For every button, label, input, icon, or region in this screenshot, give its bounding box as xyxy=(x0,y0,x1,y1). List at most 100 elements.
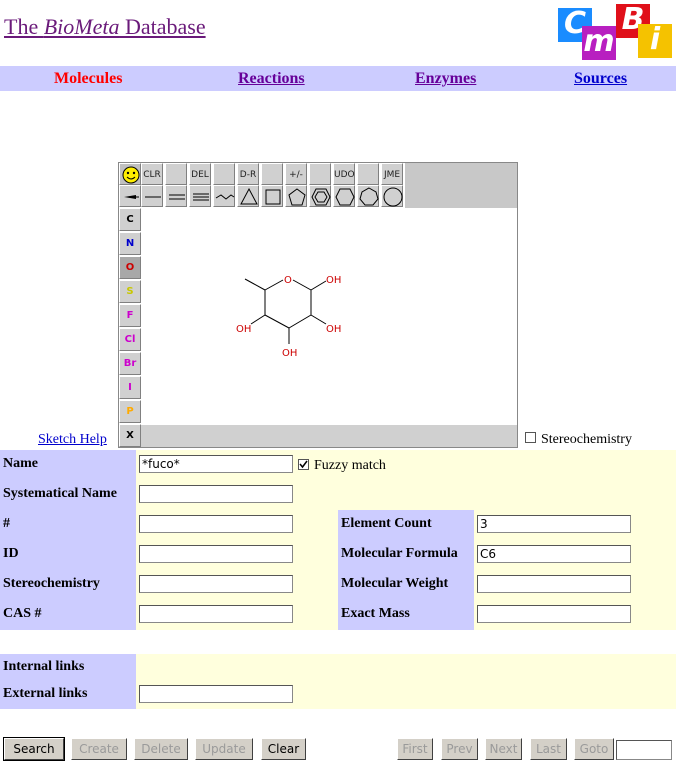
atom-s-button[interactable]: S xyxy=(119,280,141,303)
element-count-label: Element Count xyxy=(341,516,432,531)
ring-5-icon[interactable] xyxy=(285,185,307,207)
clear-tool-button[interactable]: CLR xyxy=(141,163,163,185)
name-label: Name xyxy=(3,456,38,471)
ring-7-icon[interactable] xyxy=(357,185,379,207)
ring-8-icon[interactable] xyxy=(381,185,403,207)
form-label-column xyxy=(0,450,136,630)
logo-letter-m: m xyxy=(582,24,616,60)
atom-label: O xyxy=(125,262,135,273)
next-button[interactable]: Next xyxy=(485,738,522,760)
charge-tool-button[interactable]: +/- xyxy=(285,163,307,185)
id-label: ID xyxy=(3,546,19,561)
atom-label: P xyxy=(126,406,134,417)
last-button[interactable]: Last xyxy=(530,738,567,760)
checkmark-icon xyxy=(299,460,308,469)
nav-molecules[interactable]: Molecules xyxy=(54,70,122,88)
molecular-formula-input[interactable]: C6 xyxy=(477,545,631,563)
goto-page-input[interactable] xyxy=(616,740,672,760)
number-label: # xyxy=(3,516,10,531)
molecule-structure: O OH OH OH OH xyxy=(236,275,341,359)
cas-label: CAS # xyxy=(3,606,42,621)
toolbar-blank-1[interactable] xyxy=(165,163,187,185)
nav-sources[interactable]: Sources xyxy=(574,70,627,88)
stereochemistry-label: Stereochemistry xyxy=(3,576,100,591)
systematical-name-input[interactable] xyxy=(139,485,293,503)
clear-button[interactable]: Clear xyxy=(261,738,306,760)
search-button[interactable]: Search xyxy=(3,737,65,761)
fuzzy-match-label: Fuzzy match xyxy=(314,458,386,473)
atom-label: Br xyxy=(123,358,137,369)
stereochemistry-checkbox[interactable] xyxy=(525,432,536,443)
stereochemistry-input[interactable] xyxy=(139,575,293,593)
single-bond-icon[interactable] xyxy=(141,185,163,207)
atom-x-button[interactable]: X xyxy=(119,424,141,447)
create-button[interactable]: Create xyxy=(71,738,127,760)
number-input[interactable] xyxy=(139,515,293,533)
atom-label: S xyxy=(126,286,134,297)
atom-f-button[interactable]: F xyxy=(119,304,141,327)
toolbar-blank-5[interactable] xyxy=(357,163,379,185)
delete-tool-button[interactable]: DEL xyxy=(189,163,211,185)
atom-i-button[interactable]: I xyxy=(119,376,141,399)
goto-button[interactable]: Goto xyxy=(574,738,614,760)
stereochemistry-checkbox-label: Stereochemistry xyxy=(541,432,632,447)
atom-label: F xyxy=(126,310,134,321)
triple-bond-icon[interactable] xyxy=(189,185,211,207)
drawing-canvas[interactable]: O OH OH OH OH xyxy=(141,208,517,447)
hydroxyl-label: OH xyxy=(326,324,341,335)
systematical-name-label: Systematical Name xyxy=(3,486,117,501)
chain-icon[interactable] xyxy=(213,185,235,207)
ring-4-icon[interactable] xyxy=(261,185,283,207)
molecular-weight-label: Molecular Weight xyxy=(341,576,449,591)
external-links-label: External links xyxy=(3,686,88,701)
atom-o-button[interactable]: O xyxy=(119,256,141,279)
undo-tool-button[interactable]: UDO xyxy=(333,163,355,185)
page-title: The BioMeta Database xyxy=(4,14,206,40)
smiley-icon[interactable] xyxy=(119,163,141,185)
atom-n-button[interactable]: N xyxy=(119,232,141,255)
double-bond-icon[interactable] xyxy=(165,185,187,207)
molecular-formula-label: Molecular Formula xyxy=(341,546,458,561)
benzene-ring-icon[interactable] xyxy=(309,185,331,207)
update-button[interactable]: Update xyxy=(195,738,253,760)
id-input[interactable] xyxy=(139,545,293,563)
hydroxyl-label: OH xyxy=(326,275,341,286)
atom-label: I xyxy=(128,382,132,393)
jme-info-button[interactable]: JME xyxy=(381,163,403,185)
atom-label: Cl xyxy=(124,334,136,345)
name-input[interactable]: *fuco* xyxy=(139,455,293,473)
ring-3-icon[interactable] xyxy=(237,185,259,207)
atom-c-button[interactable]: C xyxy=(119,208,141,231)
first-button[interactable]: First xyxy=(397,738,433,760)
external-links-input[interactable] xyxy=(139,685,293,703)
nav-enzymes[interactable]: Enzymes xyxy=(415,70,476,88)
element-count-input[interactable]: 3 xyxy=(477,515,631,533)
exact-mass-input[interactable] xyxy=(477,605,631,623)
logo-letter-i: i xyxy=(638,24,672,58)
fuzzy-match-checkbox[interactable] xyxy=(298,459,309,470)
toolbar-blank-2[interactable] xyxy=(213,163,235,185)
stereo-bond-icon[interactable] xyxy=(119,185,141,207)
delete-r-tool-button[interactable]: D-R xyxy=(237,163,259,185)
cas-input[interactable] xyxy=(139,605,293,623)
molecular-weight-input[interactable] xyxy=(477,575,631,593)
hydroxyl-label: OH xyxy=(282,348,297,359)
delete-button[interactable]: Delete xyxy=(134,738,188,760)
editor-status-bar xyxy=(141,425,517,447)
hydroxyl-label: OH xyxy=(236,324,251,335)
ring-oxygen-label: O xyxy=(284,275,292,286)
atom-label: N xyxy=(125,238,135,249)
atom-cl-button[interactable]: Cl xyxy=(119,328,141,351)
molecule-editor[interactable]: CLR DEL D-R +/- UDO JME C N O S F Cl Br … xyxy=(118,162,518,448)
toolbar-blank-3[interactable] xyxy=(261,163,283,185)
title-prefix: The xyxy=(4,14,44,39)
nav-reactions[interactable]: Reactions xyxy=(238,70,305,88)
sketch-help-link[interactable]: Sketch Help xyxy=(38,432,107,448)
atom-br-button[interactable]: Br xyxy=(119,352,141,375)
atom-palette: C N O S F Cl Br I P X xyxy=(119,208,141,447)
toolbar-blank-4[interactable] xyxy=(309,163,331,185)
prev-button[interactable]: Prev xyxy=(441,738,478,760)
ring-6-icon[interactable] xyxy=(333,185,355,207)
title-italic: BioMeta xyxy=(43,14,120,39)
atom-p-button[interactable]: P xyxy=(119,400,141,423)
